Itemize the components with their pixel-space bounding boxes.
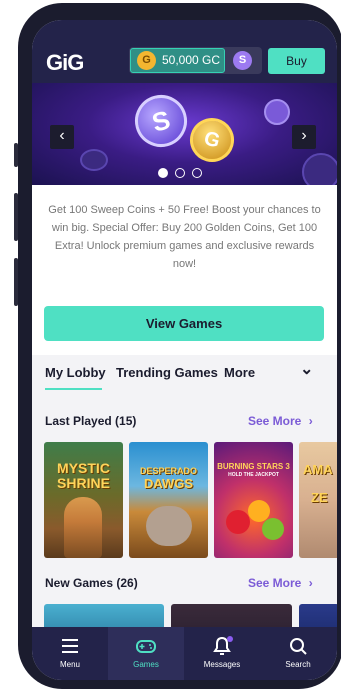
- explorer-figure: [64, 497, 102, 558]
- nav-label: Menu: [59, 660, 80, 669]
- gold-coin-icon: G: [137, 51, 156, 70]
- lobby-tabs: My Lobby Trending Games More ⌄: [45, 361, 330, 393]
- game-title-line1: BURNING STARS 3: [217, 462, 290, 471]
- hamburger-icon: [62, 639, 78, 653]
- fruit-graphic: [262, 518, 284, 540]
- bottom-navigation: Menu Games Messages Search: [32, 627, 337, 680]
- tab-my-lobby[interactable]: My Lobby: [45, 365, 106, 380]
- carousel-dot-3[interactable]: [192, 168, 202, 178]
- nav-label: Messages: [203, 660, 241, 669]
- chevron-right-icon: ›: [308, 576, 313, 590]
- small-coin-graphic: [80, 149, 108, 171]
- nav-messages[interactable]: Messages: [184, 627, 260, 680]
- tab-more[interactable]: More: [224, 365, 255, 380]
- game-title-line1: AMA: [303, 462, 333, 477]
- game-title-line2: ZE: [311, 490, 328, 505]
- nav-search[interactable]: Search: [260, 627, 336, 680]
- search-icon: [290, 638, 307, 655]
- top-bar: GiG G 50,000 GC S Buy: [32, 20, 337, 83]
- gold-coin-balance[interactable]: G 50,000 GC: [130, 48, 225, 73]
- phone-mute-button: [14, 143, 18, 167]
- phone-volume-down-button: [14, 258, 18, 306]
- last-played-see-more-link[interactable]: See More ›: [248, 414, 313, 428]
- carousel-dot-2[interactable]: [175, 168, 185, 178]
- carousel-next-arrow[interactable]: ›: [292, 125, 316, 149]
- gold-coin-graphic: G: [185, 113, 239, 167]
- more-chevron-down-icon[interactable]: ⌄: [300, 359, 313, 379]
- carousel-dot-1[interactable]: [158, 168, 168, 178]
- nav-menu[interactable]: Menu: [32, 627, 108, 680]
- game-title-line2: DAWGS: [143, 476, 194, 491]
- gig-logo[interactable]: GiG: [46, 50, 84, 76]
- phone-volume-up-button: [14, 193, 18, 241]
- carousel-prev-arrow[interactable]: ‹: [50, 125, 74, 149]
- promo-section: Get 100 Sweep Coins + 50 Free! Boost you…: [32, 185, 337, 355]
- sweep-coin-icon[interactable]: S: [233, 51, 252, 70]
- see-more-label: See More: [248, 414, 302, 428]
- game-title-line1: MYSTIC: [57, 460, 110, 476]
- new-games-title: New Games (26): [45, 576, 138, 590]
- game-title-line1: DESPERADO: [139, 466, 197, 476]
- game-title-line2: SHRINE: [57, 475, 110, 491]
- tab-trending-games[interactable]: Trending Games: [116, 365, 218, 380]
- game-tile-mystic-shrine[interactable]: MYSTIC SHRINE: [44, 442, 123, 558]
- fruit-graphic: [226, 510, 250, 534]
- game-tile-burning-stars-3[interactable]: BURNING STARS 3 HOLD THE JACKPOT: [214, 442, 293, 558]
- bell-icon: [213, 636, 233, 655]
- see-more-label: See More: [248, 576, 302, 590]
- game-tile-desperado-dawgs[interactable]: DESPERADO DAWGS: [129, 442, 208, 558]
- app-screen: GiG G 50,000 GC S Buy S G ‹ › Get 100 Sw…: [32, 20, 337, 680]
- active-tab-indicator: [45, 388, 102, 390]
- gamepad-icon: [136, 640, 156, 653]
- buy-button[interactable]: Buy: [268, 48, 325, 74]
- nav-label: Search: [285, 660, 311, 669]
- new-games-see-more-link[interactable]: See More ›: [248, 576, 313, 590]
- view-games-button[interactable]: View Games: [44, 306, 324, 341]
- promo-text: Get 100 Sweep Coins + 50 Free! Boost you…: [48, 204, 321, 270]
- game-tile-amazing[interactable]: AMA ZE: [299, 442, 337, 558]
- small-coin-graphic: [264, 99, 290, 125]
- last-played-title: Last Played (15): [45, 414, 137, 428]
- chevron-right-icon: ›: [308, 414, 313, 428]
- nav-label: Games: [133, 660, 159, 669]
- game-title-line2: HOLD THE JACKPOT: [228, 472, 279, 478]
- balance-amount: 50,000 GC: [162, 53, 221, 67]
- sweep-coin-graphic: S: [129, 89, 193, 153]
- promo-banner-carousel[interactable]: S G ‹ ›: [32, 83, 337, 185]
- nav-games[interactable]: Games: [108, 627, 184, 680]
- small-coin-graphic: [302, 153, 337, 185]
- carousel-dots: [158, 165, 209, 183]
- balance-widget[interactable]: G 50,000 GC S: [129, 47, 262, 74]
- dog-character: [146, 506, 192, 546]
